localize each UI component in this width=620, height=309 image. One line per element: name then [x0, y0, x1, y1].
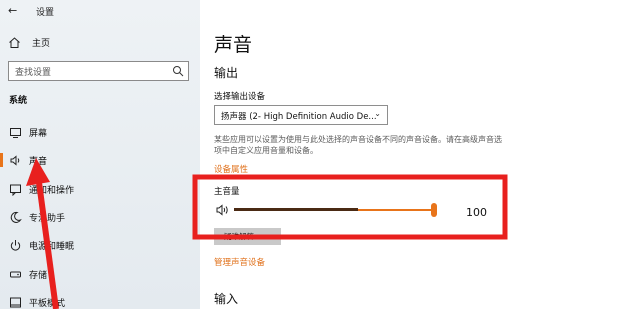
- sidebar-item-storage[interactable]: 存储: [0, 262, 200, 286]
- sidebar-item-display[interactable]: 屏幕: [0, 120, 200, 144]
- output-device-value: 扬声器 (2- High Definition Audio De...: [221, 112, 377, 122]
- sidebar-item-sound[interactable]: 声音: [0, 148, 200, 172]
- sidebar-item-label: 声音: [29, 156, 48, 167]
- notification-icon: [10, 184, 21, 196]
- search-input[interactable]: 查找设置: [8, 61, 189, 81]
- troubleshoot-label: 疑难解答: [224, 232, 254, 241]
- choose-output-label: 选择输出设备: [214, 92, 266, 102]
- volume-value: 100: [466, 206, 487, 219]
- app-title: 设置: [36, 8, 55, 18]
- master-volume-label: 主音量: [214, 187, 240, 197]
- volume-slider-track[interactable]: [234, 208, 434, 211]
- sidebar: ← 设置 主页 查找设置 系统 屏幕 声音 通知和操作 专注助手 电源和睡眠 存…: [0, 0, 200, 309]
- output-description: 某些应用可以设置为使用与此处选择的声音设备不同的声音设备。请在高级声音选项中自定…: [214, 135, 502, 155]
- sidebar-item-label: 屏幕: [29, 128, 48, 139]
- device-properties-link[interactable]: 设备属性: [214, 163, 248, 175]
- page-title: 声音: [214, 34, 253, 56]
- power-icon: [10, 239, 21, 250]
- sidebar-item-focus-assist[interactable]: 专注助手: [0, 205, 200, 229]
- troubleshoot-button[interactable]: 疑难解答: [214, 228, 281, 245]
- volume-slider-fill: [234, 208, 358, 211]
- search-placeholder: 查找设置: [15, 68, 52, 78]
- sidebar-item-tablet-mode[interactable]: 平板模式: [0, 290, 200, 309]
- volume-speaker-icon[interactable]: [216, 204, 230, 216]
- input-heading: 输入: [214, 292, 239, 306]
- sidebar-item-notifications[interactable]: 通知和操作: [0, 177, 200, 201]
- sidebar-item-label: 平板模式: [29, 298, 66, 309]
- monitor-icon: [10, 127, 21, 138]
- search-icon: [173, 66, 184, 77]
- output-device-select[interactable]: 扬声器 (2- High Definition Audio De... ⌄: [214, 105, 388, 125]
- manage-sound-devices-link[interactable]: 管理声音设备: [214, 256, 265, 268]
- output-heading: 输出: [214, 66, 239, 80]
- title-bar: ← 设置: [0, 0, 200, 22]
- sidebar-item-power-sleep[interactable]: 电源和睡眠: [0, 233, 200, 257]
- storage-icon: [10, 271, 21, 277]
- volume-slider-thumb[interactable]: [431, 203, 437, 217]
- sidebar-item-label: 存储: [29, 270, 48, 281]
- tablet-icon: [10, 297, 21, 307]
- speaker-icon: [10, 154, 20, 166]
- home-link[interactable]: 主页: [8, 36, 50, 49]
- main-content: 声音 输出 选择输出设备 扬声器 (2- High Definition Aud…: [200, 0, 620, 309]
- moon-icon: [10, 211, 22, 223]
- home-icon: [9, 37, 20, 48]
- sidebar-item-label: 通知和操作: [29, 185, 75, 196]
- home-label: 主页: [32, 39, 51, 49]
- chevron-down-icon: ⌄: [374, 109, 381, 118]
- sidebar-item-label: 电源和睡眠: [29, 241, 75, 252]
- active-indicator: [0, 153, 3, 167]
- section-title: 系统: [9, 96, 28, 106]
- back-button[interactable]: ←: [8, 4, 17, 17]
- sidebar-item-label: 专注助手: [29, 213, 66, 224]
